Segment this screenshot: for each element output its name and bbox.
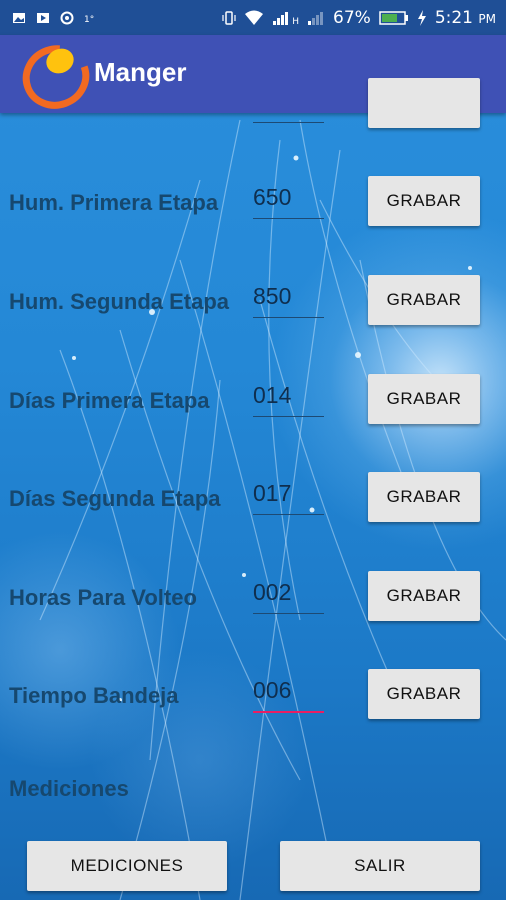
mediciones-button[interactable]: MEDICIONES	[27, 841, 227, 891]
row-tiempo-bandeja: Tiempo Bandeja 006 GRABAR	[0, 667, 506, 727]
svg-text:1°: 1°	[84, 15, 94, 25]
media-icon	[37, 12, 49, 23]
network-type-label: H	[292, 16, 300, 27]
app-logo	[22, 45, 90, 109]
row-label: Tiempo Bandeja	[9, 683, 179, 708]
sync-icon	[60, 11, 74, 24]
partial-value-field[interactable]	[253, 100, 324, 123]
row-hum-primera-etapa: Hum. Primera Etapa 650 GRABAR	[0, 174, 506, 234]
value-field[interactable]: 014	[253, 378, 324, 417]
grabar-button[interactable]: GRABAR	[368, 176, 480, 226]
row-dias-segunda-etapa: Días Segunda Etapa 017 GRABAR	[0, 470, 506, 530]
charging-icon	[417, 9, 426, 26]
grabar-button[interactable]: GRABAR	[368, 374, 480, 424]
vibrate-icon	[222, 10, 236, 25]
image-icon	[13, 12, 25, 23]
row-label: Hum. Primera Etapa	[9, 190, 219, 215]
row-label: Hum. Segunda Etapa	[9, 289, 230, 314]
clock: 5:21 PM	[435, 8, 496, 28]
battery-icon	[379, 10, 408, 25]
salir-button[interactable]: SALIR	[280, 841, 480, 891]
row-dias-primera-etapa: Días Primera Etapa 014 GRABAR	[0, 372, 506, 432]
value-field[interactable]: 017	[253, 476, 324, 515]
battery-percent: 67%	[333, 7, 371, 28]
wifi-icon	[245, 10, 264, 25]
grabar-button[interactable]: GRABAR	[368, 275, 480, 325]
value-field[interactable]: 002	[253, 575, 324, 614]
grabar-button[interactable]: GRABAR	[368, 669, 480, 719]
status-bar: 1° H 67% 5:21 PM	[0, 0, 506, 35]
grabar-button[interactable]: GRABAR	[368, 571, 480, 621]
system-status-icons: H 67% 5:21 PM	[222, 0, 496, 35]
value-field-focused[interactable]: 006	[253, 673, 324, 713]
row-hum-segunda-etapa: Hum. Segunda Etapa 850 GRABAR	[0, 273, 506, 333]
row-horas-para-volteo: Horas Para Volteo 002 GRABAR	[0, 569, 506, 629]
row-label: Días Segunda Etapa	[9, 486, 221, 511]
app-title: Manger	[94, 57, 187, 87]
partial-grabar-button[interactable]	[368, 78, 480, 128]
row-label: Días Primera Etapa	[9, 388, 210, 413]
background	[0, 0, 506, 900]
value-field[interactable]: 850	[253, 279, 324, 318]
section-title-mediciones: Mediciones	[9, 776, 129, 801]
signal-weak-icon	[308, 11, 324, 25]
temperature-icon: 1°	[84, 15, 94, 25]
signal-icon	[273, 11, 289, 25]
clock-suffix: PM	[478, 11, 496, 26]
value-field[interactable]: 650	[253, 180, 324, 219]
clock-time: 5:21	[434, 7, 473, 28]
row-label: Horas Para Volteo	[9, 585, 197, 610]
grabar-button[interactable]: GRABAR	[368, 472, 480, 522]
notification-icons: 1°	[0, 11, 98, 25]
